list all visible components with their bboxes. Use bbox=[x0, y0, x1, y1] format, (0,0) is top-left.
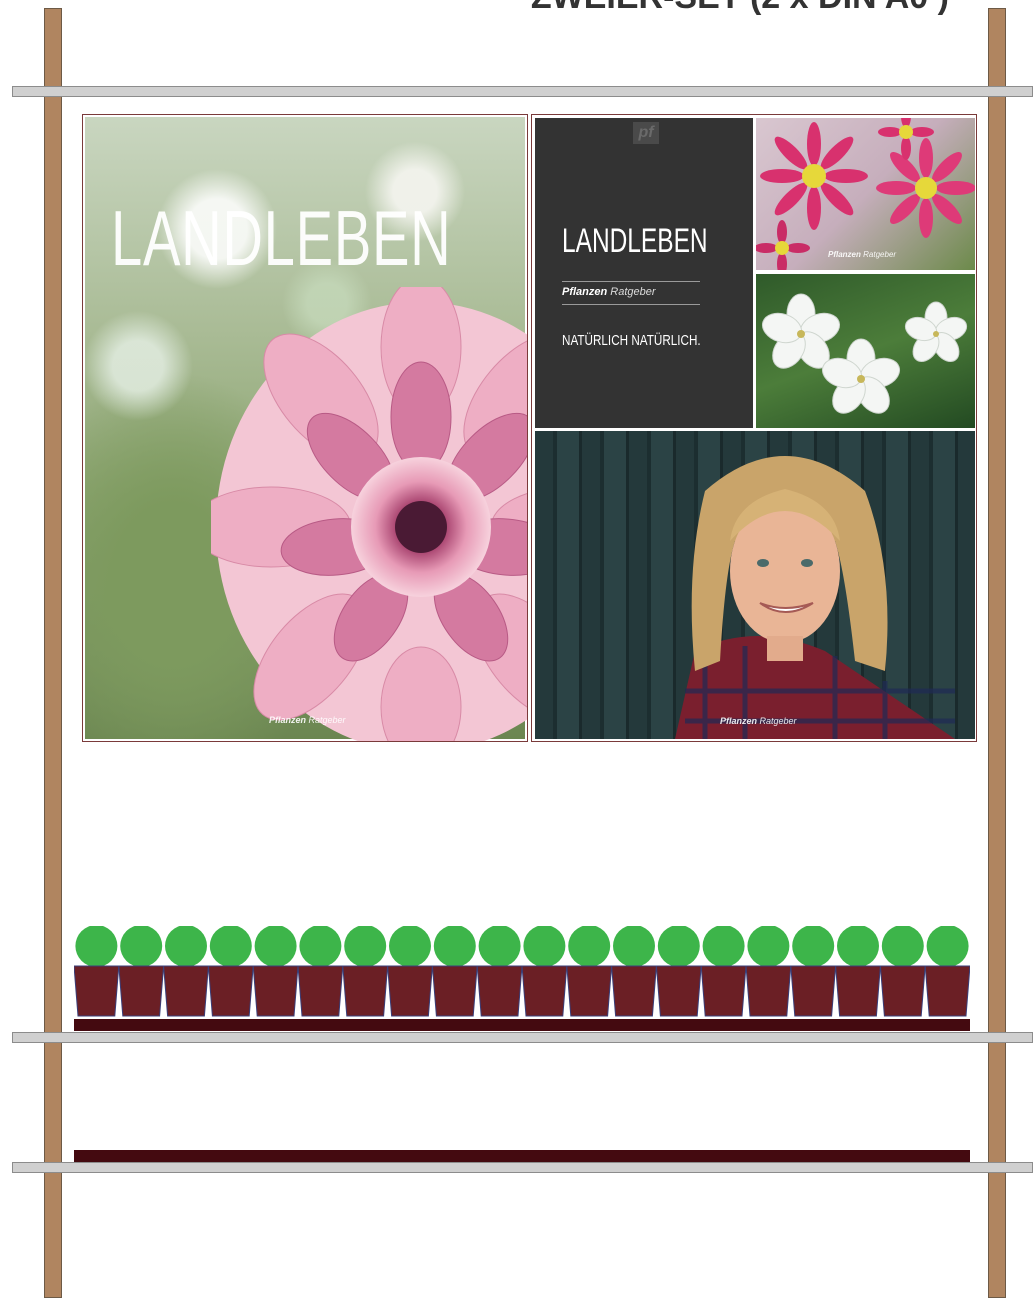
plant-foliage bbox=[389, 926, 431, 967]
white-flower-photo bbox=[756, 274, 975, 428]
potted-plant bbox=[700, 926, 747, 1017]
plant-foliage bbox=[254, 926, 297, 967]
portrait-photo: Pflanzen Ratgeber bbox=[535, 431, 975, 739]
plant-foliage bbox=[613, 926, 655, 967]
plant-foliage bbox=[702, 926, 745, 967]
plant-pot bbox=[879, 965, 926, 1017]
plant-pot bbox=[611, 965, 657, 1017]
plant-pot bbox=[207, 965, 254, 1017]
pf-logo-icon: pf bbox=[633, 122, 659, 144]
potted-plant bbox=[745, 926, 792, 1017]
plant-pot bbox=[431, 965, 478, 1017]
potted-plant bbox=[387, 926, 433, 1017]
brand-bold: Pflanzen bbox=[720, 716, 758, 726]
left-post bbox=[44, 8, 62, 1298]
brand-bold: Pflanzen bbox=[828, 250, 861, 259]
smiling-woman-image bbox=[675, 456, 955, 739]
potted-plant bbox=[566, 926, 613, 1017]
plant-pot bbox=[387, 965, 433, 1017]
plant-pot bbox=[297, 965, 344, 1017]
poster-right-tagline: NATÜRLICH NATÜRLICH. bbox=[562, 332, 701, 349]
right-post bbox=[988, 8, 1006, 1298]
plant-foliage bbox=[926, 926, 969, 967]
plant-foliage bbox=[165, 926, 207, 967]
potted-plant bbox=[521, 926, 568, 1017]
plant-foliage bbox=[120, 926, 163, 967]
plant-pot bbox=[924, 965, 970, 1017]
plant-pot bbox=[521, 965, 568, 1017]
pink-photo-brand: Pflanzen Ratgeber bbox=[828, 250, 896, 259]
plant-foliage bbox=[75, 926, 118, 967]
potted-plant bbox=[879, 926, 926, 1017]
middle-rail bbox=[12, 1032, 1033, 1043]
title-panel: pf LANDLEBEN Pflanzen Ratgeber NATÜRLICH… bbox=[535, 118, 753, 428]
poster-right-brand: Pflanzen Ratgeber bbox=[562, 286, 656, 298]
plant-pot bbox=[252, 965, 299, 1017]
plant-pot bbox=[700, 965, 747, 1017]
plant-pot bbox=[655, 965, 702, 1017]
poster-left-brand: Pflanzen Ratgeber bbox=[269, 715, 346, 725]
potted-plant bbox=[476, 926, 523, 1017]
plant-foliage bbox=[881, 926, 924, 967]
potted-plant bbox=[118, 926, 165, 1017]
potted-plant bbox=[611, 926, 657, 1017]
dahlia-flower-image bbox=[211, 287, 527, 741]
plant-pot bbox=[566, 965, 613, 1017]
plant-pot bbox=[163, 965, 209, 1017]
potted-plant bbox=[431, 926, 478, 1017]
plant-foliage bbox=[209, 926, 252, 967]
top-rail bbox=[12, 86, 1033, 97]
potted-plant bbox=[924, 926, 970, 1017]
plant-pot bbox=[790, 965, 837, 1017]
plant-foliage bbox=[344, 926, 387, 967]
plant-foliage bbox=[792, 926, 835, 967]
potted-plant bbox=[655, 926, 702, 1017]
poster-left-headline: LANDLEBEN bbox=[111, 194, 452, 282]
plant-pot bbox=[74, 965, 120, 1017]
brand-light: Ratgeber bbox=[759, 716, 797, 726]
poster-left: LANDLEBEN Pflanzen Ratgeber bbox=[82, 114, 528, 742]
plant-foliage bbox=[523, 926, 566, 967]
page-title: ZWEIER-SET (2 x DIN A0 ) bbox=[531, 0, 949, 17]
portrait-brand: Pflanzen Ratgeber bbox=[720, 716, 797, 726]
pink-daisy-photo: Pflanzen Ratgeber bbox=[756, 118, 975, 270]
potted-plant bbox=[252, 926, 299, 1017]
plant-pot bbox=[342, 965, 389, 1017]
brand-light: Ratgeber bbox=[308, 715, 346, 725]
white-flower-image bbox=[761, 293, 968, 414]
potted-plant bbox=[207, 926, 254, 1017]
pink-daisy-image bbox=[756, 118, 975, 270]
bottom-rail bbox=[12, 1162, 1033, 1173]
plant-foliage bbox=[657, 926, 700, 967]
plant-foliage bbox=[478, 926, 521, 967]
potted-plant bbox=[74, 926, 120, 1017]
poster-right-headline: LANDLEBEN bbox=[562, 222, 708, 260]
potted-plant bbox=[790, 926, 837, 1017]
brand-light: Ratgeber bbox=[863, 250, 897, 259]
divider-top bbox=[562, 281, 700, 282]
potted-plant bbox=[163, 926, 209, 1017]
plant-pot bbox=[835, 965, 881, 1017]
plant-foliage bbox=[837, 926, 879, 967]
plant-pot bbox=[118, 965, 165, 1017]
plant-pot bbox=[476, 965, 523, 1017]
potted-plant bbox=[342, 926, 389, 1017]
brand-bold: Pflanzen bbox=[269, 715, 307, 725]
brand-light: Ratgeber bbox=[610, 286, 656, 298]
poster-right: pf LANDLEBEN Pflanzen Ratgeber NATÜRLICH… bbox=[531, 114, 977, 742]
divider-bottom bbox=[562, 304, 700, 305]
plant-foliage bbox=[299, 926, 342, 967]
plant-foliage bbox=[433, 926, 476, 967]
plant-foliage bbox=[747, 926, 790, 967]
shelf-board-lower bbox=[74, 1150, 970, 1162]
plant-foliage bbox=[568, 926, 611, 967]
brand-bold: Pflanzen bbox=[562, 286, 608, 298]
plant-pot bbox=[745, 965, 792, 1017]
potted-plant bbox=[297, 926, 344, 1017]
potted-plant bbox=[835, 926, 881, 1017]
potted-plants-row bbox=[74, 926, 970, 1017]
shelf-board-upper bbox=[74, 1019, 970, 1031]
